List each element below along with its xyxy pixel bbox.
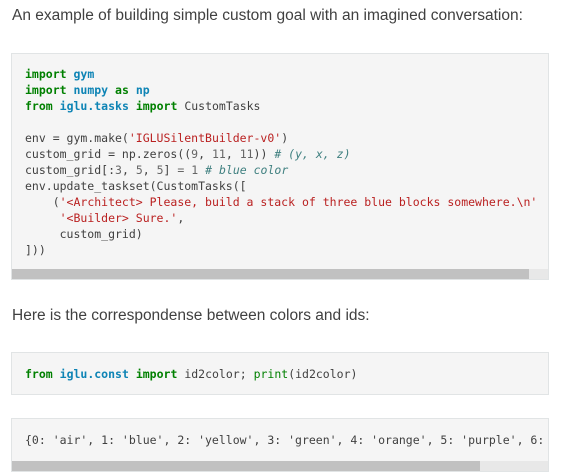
intro-paragraph: An example of building simple custom goa… (12, 7, 523, 24)
code-token: import (25, 83, 67, 97)
code-token: ])) (25, 243, 46, 257)
mapping-paragraph: Here is the correspondense between color… (12, 307, 370, 324)
code-token: 11 (211, 147, 226, 161)
code-token: , (198, 147, 212, 161)
code-token: id2color; (184, 367, 254, 381)
output-block[interactable]: {0: 'air', 1: 'blue', 2: 'yellow', 3: 'g… (11, 418, 549, 472)
code-token: )) (253, 147, 275, 161)
code-token: gym (73, 67, 95, 81)
code-token: import (135, 367, 178, 381)
code-token: , (177, 211, 185, 225)
code-token: ] (163, 163, 178, 177)
code-token: from (25, 99, 53, 113)
code-token: from (25, 367, 53, 381)
code-token: np (135, 83, 150, 97)
horizontal-scrollbar[interactable] (12, 461, 548, 471)
code-comment: # blue color (205, 163, 289, 177)
code-token: custom_grid[: (25, 163, 116, 177)
code-token: iglu.tasks (59, 99, 129, 113)
code-token: , (142, 163, 157, 177)
code-token: 5 (156, 163, 164, 177)
code-token: env.update_taskset(CustomTasks([ (25, 179, 247, 193)
horizontal-scrollbar[interactable] (12, 269, 548, 279)
code-token: import (135, 99, 178, 113)
code-token: custom_grid = np.zeros(( (25, 147, 192, 161)
code-token: ) (281, 131, 289, 145)
scrollbar-thumb[interactable] (12, 269, 529, 279)
code-token: as (115, 83, 129, 97)
code-token: CustomTasks (184, 99, 261, 113)
code-token: iglu.const (59, 367, 129, 381)
code-token: env = gym.make( (25, 131, 129, 145)
code-string: '<Builder> Sure.' (59, 211, 178, 225)
code-block-import[interactable]: from iglu.const import id2color; print(i… (11, 352, 549, 395)
code-string: '<Architect> Please, build a stack of th… (59, 195, 538, 209)
code-listing: from iglu.const import id2color; print(i… (12, 353, 548, 382)
code-token: , (225, 147, 240, 161)
code-token: numpy (73, 83, 109, 97)
code-token: (id2color) (288, 367, 358, 381)
output-text: {0: 'air', 1: 'blue', 2: 'yellow', 3: 'g… (25, 433, 549, 447)
code-token: custom_grid) (25, 227, 143, 241)
code-token: print (253, 367, 289, 381)
code-token: ( (25, 195, 60, 209)
code-token: 3 (115, 163, 122, 177)
code-token: import (25, 67, 67, 81)
scrollbar-thumb[interactable] (12, 461, 480, 471)
code-token: 5 (135, 163, 143, 177)
code-token: , (121, 163, 136, 177)
code-listing: import gym import numpy as np from iglu.… (12, 54, 548, 258)
code-block-example[interactable]: import gym import numpy as np from iglu.… (11, 53, 549, 280)
code-comment: # (y, x, z) (274, 147, 351, 161)
code-token: 11 (239, 147, 254, 161)
code-token: 'IGLUSilentBuilder-v0' (128, 131, 282, 145)
